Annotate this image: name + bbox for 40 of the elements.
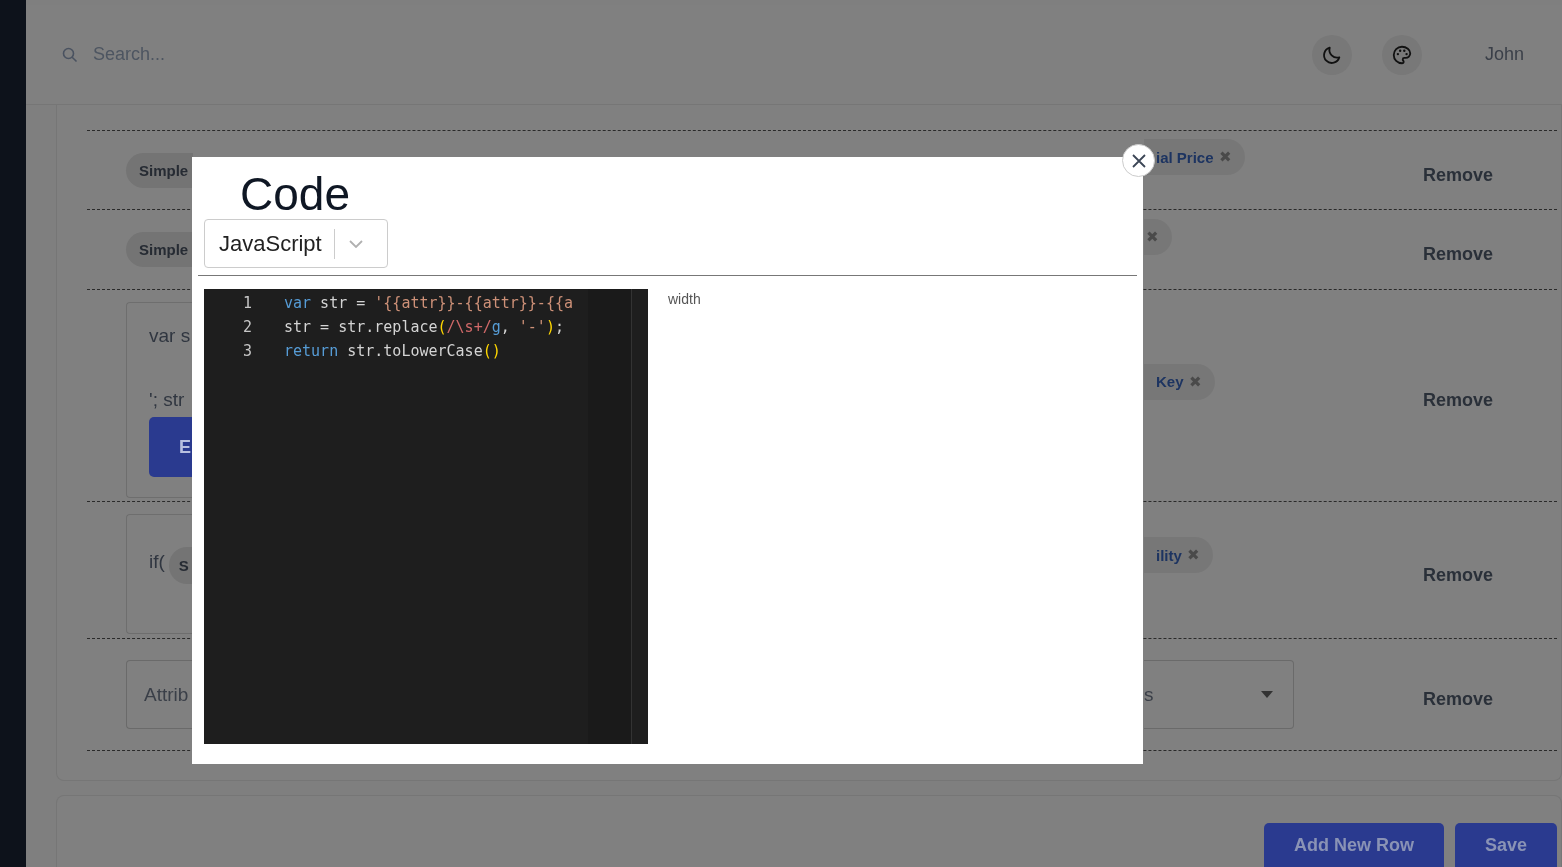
modal-title: Code xyxy=(240,169,351,219)
code-line: str = str.replace(/\s+/g, '-'); xyxy=(284,318,564,336)
language-select[interactable]: JavaScript xyxy=(204,219,388,268)
code-text: '; str xyxy=(149,389,185,411)
remove-button[interactable]: Remove xyxy=(1423,689,1494,710)
palette-icon xyxy=(1390,43,1413,66)
user-name[interactable]: John xyxy=(1484,44,1524,65)
code-line: var str = '{{attr}}-{{attr}}-{{a xyxy=(284,294,573,312)
remove-button[interactable]: Remove xyxy=(1423,390,1494,411)
select-value: s xyxy=(1144,683,1154,706)
code-editor[interactable]: 1 var str = '{{attr}}-{{attr}}-{{a 2 str = str.replace(/\s+/g, '-'); 3 return str.toLowerCase() xyxy=(204,289,648,744)
code-line: return str.toLowerCase() xyxy=(284,342,501,360)
action-button[interactable]: Add New Row xyxy=(1263,823,1444,867)
remove-button[interactable]: Remove xyxy=(1423,244,1494,265)
search-icon xyxy=(62,46,78,63)
attribute-select[interactable]: s xyxy=(1144,660,1294,729)
line-number: 2 xyxy=(241,318,253,336)
caret-down-icon xyxy=(1261,691,1273,698)
code-text: var s xyxy=(149,325,191,347)
width-label: width xyxy=(668,291,701,307)
line-number: 1 xyxy=(241,294,253,312)
attribute-chip[interactable]: Simple xyxy=(126,232,193,267)
chip-label: ility xyxy=(1156,546,1182,564)
remove-button[interactable]: Remove xyxy=(1423,564,1494,586)
attribute-chip[interactable]: S xyxy=(168,547,193,584)
chip-remove-icon[interactable]: ✖ xyxy=(1186,546,1200,564)
chip-label: Key xyxy=(1156,373,1184,390)
chip-remove-icon[interactable]: ✖ xyxy=(1188,372,1202,391)
edit-button[interactable]: E xyxy=(149,417,194,477)
close-icon xyxy=(1131,153,1146,168)
chip-remove-icon[interactable]: ✖ xyxy=(1146,227,1159,246)
line-number: 3 xyxy=(241,342,253,360)
code-text: if( xyxy=(149,551,165,573)
action-button[interactable]: Save xyxy=(1454,823,1557,867)
select-value: JavaScript xyxy=(219,230,322,257)
remove-button[interactable]: Remove xyxy=(1423,164,1494,186)
chevron-down-icon xyxy=(348,239,363,248)
chip-label: ial Price xyxy=(1156,148,1214,166)
attribute-chip[interactable]: Simple xyxy=(126,152,193,188)
chip-remove-icon[interactable]: ✖ xyxy=(1218,148,1232,166)
